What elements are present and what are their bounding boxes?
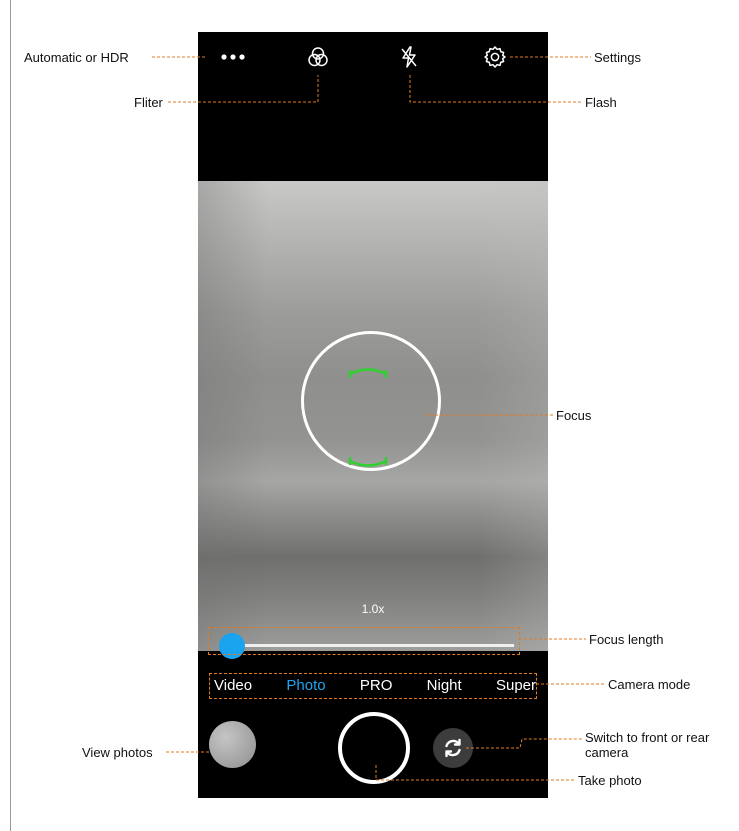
- callout-take-photo: Take photo: [578, 773, 642, 788]
- callout-flash: Flash: [585, 95, 617, 110]
- callout-settings: Settings: [594, 50, 641, 65]
- callout-view-photos: View photos: [82, 745, 153, 760]
- callout-switch-camera-line2: camera: [585, 745, 629, 760]
- callout-switch-camera: Switch to front or rear camera: [585, 730, 709, 760]
- callout-automatic-or-hdr: Automatic or HDR: [24, 50, 129, 65]
- callout-focus-length: Focus length: [589, 632, 664, 647]
- annotation-leader-lines: [152, 56, 605, 781]
- callout-focus: Focus: [556, 408, 592, 423]
- callout-filter: Fliter: [134, 95, 163, 110]
- callout-switch-camera-line1: Switch to front or rear: [585, 730, 710, 745]
- callout-camera-mode: Camera mode: [608, 677, 691, 692]
